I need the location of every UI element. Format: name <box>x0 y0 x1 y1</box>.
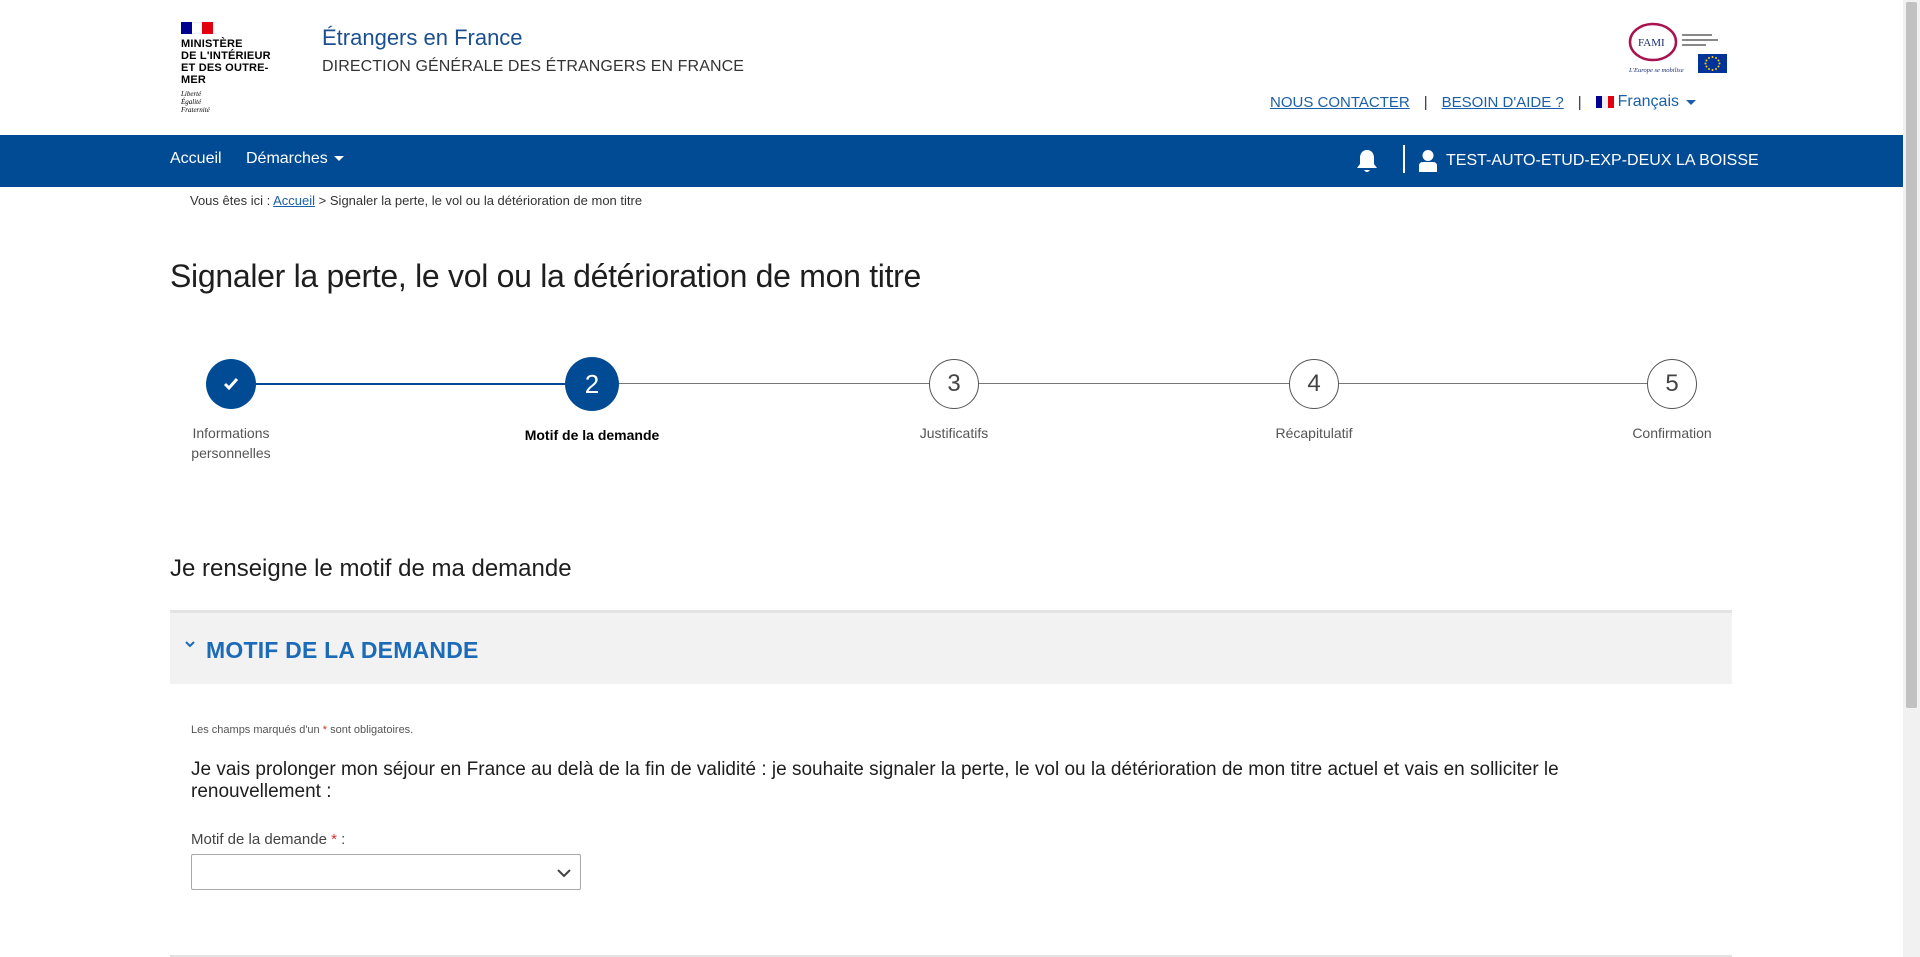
motif-select[interactable] <box>191 854 581 890</box>
user-icon <box>1419 150 1437 172</box>
french-flag-icon <box>181 22 214 34</box>
progress-stepper: 2 3 4 5 Informations personnelles Motif … <box>170 355 1734 475</box>
republic-motto: Liberté Égalité Fraternité <box>181 90 210 114</box>
breadcrumb-home-link[interactable]: Accueil <box>273 193 315 208</box>
scrollbar-thumb[interactable] <box>1906 2 1917 708</box>
check-icon <box>224 378 238 390</box>
step-3-label: Justificatifs <box>919 425 989 441</box>
nav-procedures-dropdown[interactable]: Démarches <box>246 150 344 168</box>
language-selector[interactable]: Français <box>1595 93 1696 111</box>
step-1-label: Informations personnelles <box>191 425 271 461</box>
page-title: Signaler la perte, le vol ou la détérior… <box>170 258 922 294</box>
site-title[interactable]: Étrangers en France <box>322 25 523 51</box>
site-subtitle: DIRECTION GÉNÉRALE DES ÉTRANGERS EN FRAN… <box>322 58 745 75</box>
language-label: Français <box>1617 93 1679 110</box>
accordion-motif[interactable]: MOTIF DE LA DEMANDE <box>170 610 1732 684</box>
chevron-down-icon <box>1686 99 1696 105</box>
nav-home[interactable]: Accueil <box>170 150 222 168</box>
contact-link[interactable]: NOUS CONTACTER <box>1270 94 1410 111</box>
accordion-title: MOTIF DE LA DEMANDE <box>206 637 479 663</box>
ministry-logo[interactable]: MINISTÈRE DE L'INTÉRIEUR ET DES OUTRE-ME… <box>181 22 271 114</box>
breadcrumb-current: Signaler la perte, le vol ou la détérior… <box>329 193 643 208</box>
fami-caption: L'Europe se mobilise <box>1628 67 1684 74</box>
step-connector <box>1339 383 1651 384</box>
nav-divider <box>1403 145 1405 173</box>
french-flag-icon <box>1595 96 1614 108</box>
nav-procedures-label: Démarches <box>246 150 328 167</box>
link-separator: | <box>1423 93 1428 111</box>
motif-field-label: Motif de la demande * : <box>191 831 346 848</box>
site-header: MINISTÈRE DE L'INTÉRIEUR ET DES OUTRE-ME… <box>0 0 1903 134</box>
breadcrumb: Vous êtes ici : Accueil > Signaler la pe… <box>190 193 642 208</box>
step-connector <box>617 383 929 384</box>
step-connector <box>233 383 567 385</box>
section-title: Je renseigne le motif de ma demande <box>170 555 572 582</box>
step-5-circle: 5 <box>1647 359 1697 409</box>
required-star: * <box>322 724 328 736</box>
required-star: * <box>331 831 337 848</box>
chevron-down-icon <box>185 641 195 648</box>
step-2-label: Motif de la demande <box>524 427 660 443</box>
breadcrumb-prefix: Vous êtes ici : <box>190 193 271 208</box>
required-fields-note: Les champs marqués d'un * sont obligatoi… <box>191 724 414 736</box>
form-question: Je vais prolonger mon séjour en France a… <box>191 759 1559 802</box>
breadcrumb-separator: > <box>318 193 327 208</box>
step-1-circle <box>206 359 256 409</box>
ministry-name: MINISTÈRE DE L'INTÉRIEUR ET DES OUTRE-ME… <box>181 38 271 86</box>
step-5-label: Confirmation <box>1632 425 1712 441</box>
link-separator: | <box>1577 93 1582 111</box>
bell-icon[interactable] <box>1353 147 1381 175</box>
header-top-links: NOUS CONTACTER | BESOIN D'AIDE ? | Franç… <box>1270 93 1696 111</box>
step-3-circle: 3 <box>929 359 979 409</box>
help-link[interactable]: BESOIN D'AIDE ? <box>1442 94 1564 111</box>
page-scrollbar[interactable] <box>1903 0 1920 957</box>
fami-label: FAMI <box>1638 37 1665 49</box>
user-account-name[interactable]: TEST-AUTO-ETUD-EXP-DEUX LA BOISSE <box>1446 152 1759 170</box>
fami-eu-logo: FAMI L'Europe se mobilise <box>1628 22 1727 74</box>
step-2-circle: 2 <box>565 357 619 411</box>
chevron-down-icon <box>557 869 571 878</box>
main-navbar: Accueil Démarches TEST-AUTO-ETUD-EXP-DEU… <box>0 135 1903 187</box>
step-4-circle: 4 <box>1289 359 1339 409</box>
chevron-down-icon <box>333 156 344 162</box>
step-connector <box>979 383 1289 384</box>
step-4-label: Récapitulatif <box>1275 425 1353 441</box>
